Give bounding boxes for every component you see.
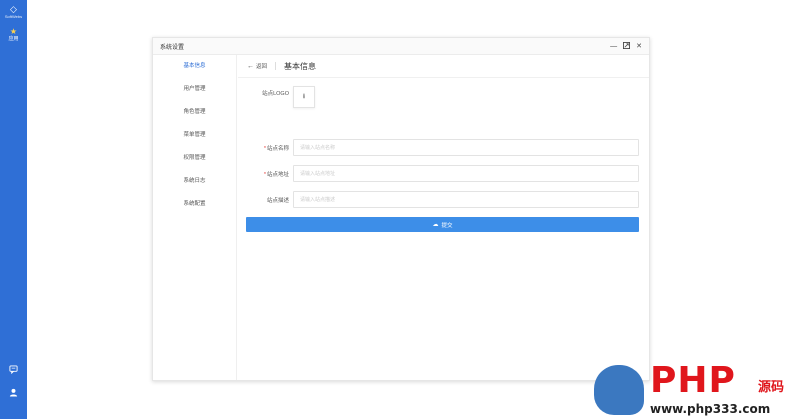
window-titlebar[interactable]: 系统设置 — ✕ [153,38,649,55]
back-label: 返回 [256,64,268,70]
app-rail: ◇ SoftWebs ★ 应用 [0,0,27,419]
logo-label: 站点LOGO [262,91,289,97]
watermark-url: www.php333.com [650,402,771,416]
chat-icon[interactable] [0,361,27,379]
main-panel: ← 返回 基本信息 站点LOGO ⭳ *站点名称 请输入站点名称 *站点地址 请… [238,55,649,380]
brand-text: SoftWebs [4,14,23,19]
site-name-input[interactable]: 请输入站点名称 [293,139,639,156]
page-title: 基本信息 [284,61,317,71]
sidebar-item-users[interactable]: 用户管理 [153,78,236,101]
sidebar-item-basic-info[interactable]: 基本信息 [153,55,236,78]
cloud-upload-icon: ☁ [432,222,439,228]
sidebar-item-permissions[interactable]: 权限管理 [153,147,236,170]
submit-label: 提交 [441,222,453,229]
logo-upload-button[interactable]: ⭳ [293,86,315,108]
description-label: 站点描述 [266,197,289,204]
site-description-input[interactable]: 请输入站点描述 [293,191,639,208]
name-label: *站点名称 [263,145,289,152]
minimize-icon[interactable]: — [610,43,617,50]
elephant-logo-icon [594,365,644,415]
required-mark: * [263,171,266,178]
form-row-logo: 站点LOGO ⭳ [238,86,639,108]
user-icon[interactable] [0,384,27,402]
close-icon[interactable]: ✕ [636,43,642,50]
upload-icon: ⭳ [302,92,306,100]
required-mark: * [263,145,266,152]
back-button[interactable]: ← 返回 [247,62,268,71]
diamond-logo-icon: ◇ [10,4,17,14]
watermark-yuanma: 源码 [758,379,785,394]
sidebar-item-menus[interactable]: 菜单管理 [153,124,236,147]
form-row-name: *站点名称 请输入站点名称 [238,139,639,156]
sidebar-item-config[interactable]: 系统配置 [153,193,236,216]
submit-button[interactable]: ☁ 提交 [246,217,639,232]
brand[interactable]: ◇ SoftWebs [0,4,27,19]
form-row-description: 站点描述 请输入站点描述 [238,191,639,208]
address-label: *站点地址 [263,171,289,178]
page-header: ← 返回 基本信息 [238,55,649,78]
sidebar-item-logs[interactable]: 系统日志 [153,170,236,193]
rail-item-apps[interactable]: ★ 应用 [0,27,27,43]
site-address-input[interactable]: 请输入站点地址 [293,165,639,182]
star-icon: ★ [9,27,18,36]
watermark-php: PHP [650,360,736,401]
arrow-left-icon: ← [247,62,254,70]
settings-window: 系统设置 — ✕ 基本信息 用户管理 角色管理 菜单管理 权限管理 系统日志 系… [152,37,650,381]
window-title: 系统设置 [160,44,185,51]
rail-item-label: 应用 [8,36,19,42]
form-row-address: *站点地址 请输入站点地址 [238,165,639,182]
divider [275,62,277,70]
watermark: PHP 源码 www.php333.com [590,360,800,419]
settings-sidebar: 基本信息 用户管理 角色管理 菜单管理 权限管理 系统日志 系统配置 [153,55,237,380]
sidebar-item-roles[interactable]: 角色管理 [153,101,236,124]
maximize-icon[interactable] [623,41,631,51]
